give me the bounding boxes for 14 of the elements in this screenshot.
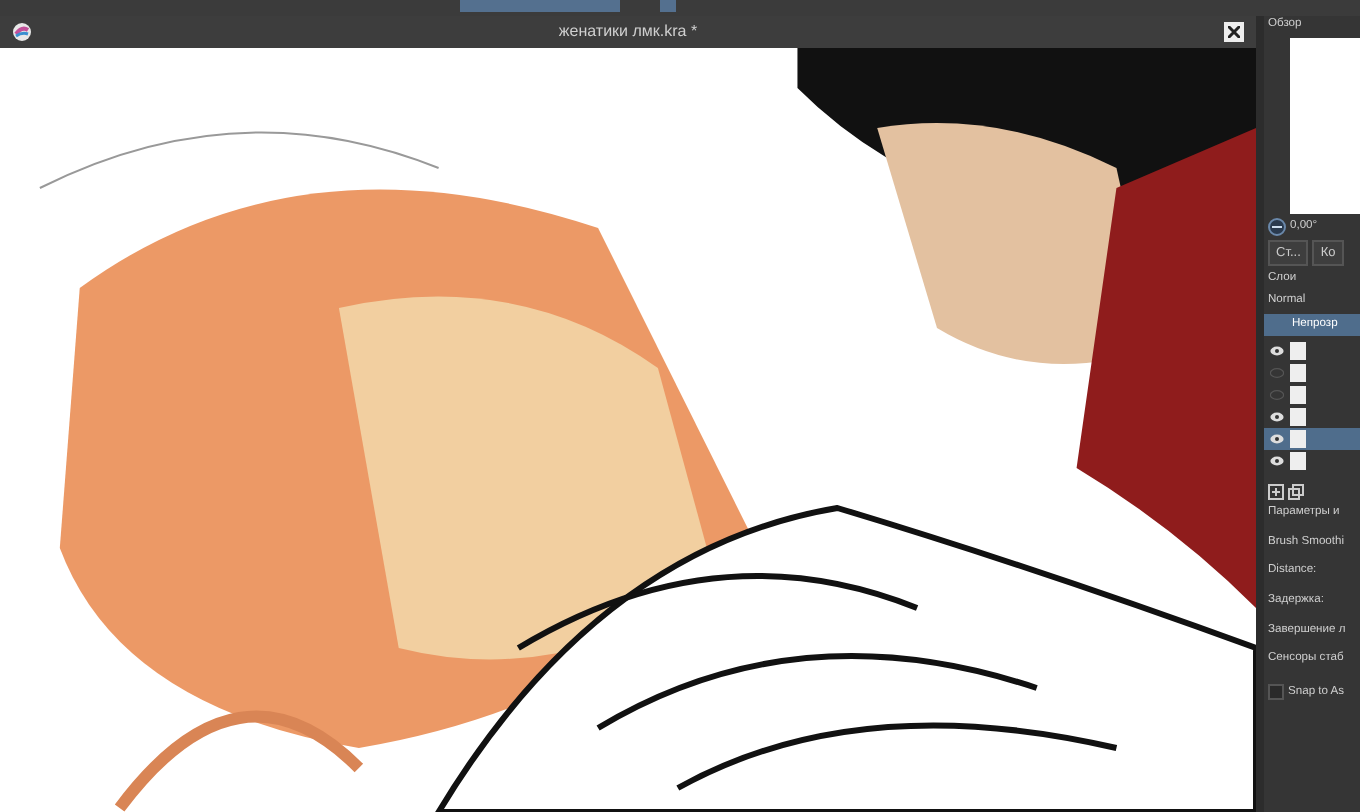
add-layer-icon[interactable]: [1268, 483, 1284, 500]
document-title: женатики лмк.kra *: [556, 20, 700, 44]
scrollbar[interactable]: [1256, 16, 1264, 812]
brush-preset-field[interactable]: [460, 0, 620, 12]
close-button[interactable]: [1224, 22, 1244, 42]
eye-icon[interactable]: [1270, 345, 1284, 356]
duplicate-layer-icon[interactable]: [1288, 483, 1304, 500]
rotation-dial-icon[interactable]: [1268, 217, 1286, 236]
layer-row[interactable]: [1264, 427, 1360, 450]
checkbox[interactable]: [1268, 684, 1284, 701]
eye-icon[interactable]: [1270, 455, 1284, 466]
eye-icon[interactable]: [1270, 433, 1284, 444]
app-logo-icon: [12, 22, 32, 42]
eye-icon[interactable]: [1270, 411, 1284, 422]
